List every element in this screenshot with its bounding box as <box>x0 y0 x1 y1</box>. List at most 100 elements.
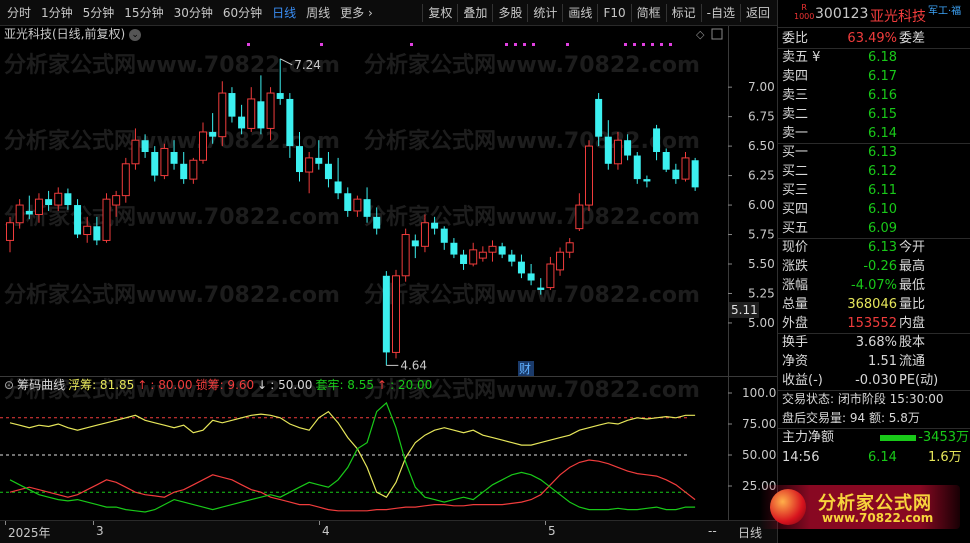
chart-menu-icon[interactable]: ⌄ <box>129 28 142 41</box>
period-tab-3[interactable]: 15分钟 <box>119 4 168 22</box>
period-tab-6[interactable]: 日线 <box>267 4 301 22</box>
quote-header: R 1000 300123 亚光科技 军工·福 <box>778 0 970 28</box>
watermark-text: 分析家公式网www.70822.com <box>364 52 700 78</box>
last-tick-row: 14:56 6.14 1.6万 <box>778 448 970 467</box>
period-tab-5[interactable]: 60分钟 <box>218 4 267 22</box>
price-tick-label: 7.00 <box>748 80 775 94</box>
candlestick-chart[interactable]: 分析家公式网www.70822.com 分析家公式网www.70822.com 分析… <box>0 26 777 377</box>
period-tab-8[interactable]: 更多 › <box>335 4 378 22</box>
trend-arrow-icon: ↑ <box>377 378 388 392</box>
toolbar-button-9[interactable]: 返回 <box>739 4 775 22</box>
candle-body-down <box>382 275 390 353</box>
candle-body-down <box>653 128 661 152</box>
indicator-tick-label: 100.0 <box>742 386 776 400</box>
chip-curve-chart[interactable]: 分析家公式网www.70822.com 分析家公式网www.70822.com 10… <box>0 377 777 520</box>
signal-dot <box>523 43 526 46</box>
trade-status: 交易状态: 闭市阶段 15:30:00 <box>782 392 944 406</box>
tick-price: 6.14 <box>868 450 897 465</box>
bid-label: 买一 <box>782 145 809 160</box>
toolbar-button-1[interactable]: 叠加 <box>457 4 492 22</box>
stat-label: 涨跌 <box>782 259 809 274</box>
watermark-text: 分析家公式网www.70822.com <box>364 204 700 230</box>
candle-body-down <box>373 216 381 229</box>
ask-row-4: 卖四 6.17 <box>778 67 970 86</box>
date-axis-tick <box>5 521 6 525</box>
indicator-name[interactable]: 筹码曲线 <box>17 378 65 392</box>
candle-body-up <box>392 275 400 353</box>
period-label[interactable]: 日线 <box>738 524 762 541</box>
toolbar-button-8[interactable]: -自选 <box>700 4 740 22</box>
toolbar-button-5[interactable]: F10 <box>597 4 630 22</box>
indicator-menu-icon[interactable]: ⊙ <box>4 378 14 392</box>
candle-body-down <box>460 254 468 264</box>
trend-arrow-icon: ↓ <box>257 378 268 392</box>
candle-body-up <box>121 163 130 197</box>
indicator-tick-label: 50.00 <box>742 448 776 462</box>
watermark-text: 分析家公式网www.70822.com <box>4 282 340 308</box>
candle-body-up <box>469 249 478 265</box>
diamond-icon[interactable]: ◇ <box>696 28 705 41</box>
indicator-header: ⊙ 筹码曲线 浮筹: 81.85 ↑: 80.00 锁筹: 9.60 ↓: 50.00 套牢… <box>4 377 435 393</box>
fundamental-label2: 股本 <box>899 335 926 350</box>
ask-row-5: 卖五 ¥ 6.18 <box>778 48 970 67</box>
watermark-text: 分析家公式网www.70822.com <box>4 204 340 230</box>
date-axis-label: 5 <box>548 524 556 538</box>
price-tick-label: 6.00 <box>748 198 775 212</box>
signal-dot <box>410 43 413 46</box>
expand-icon[interactable] <box>711 28 723 40</box>
stat-label2: 最高 <box>899 259 926 274</box>
bid-label: 买五 <box>782 221 809 236</box>
ask-row-1: 卖一 6.14 <box>778 124 970 143</box>
sector-tag[interactable]: 军工·福 <box>928 2 961 17</box>
chart-toolbar: 分时 1分钟 5分钟 15分钟 30分钟 60分钟 日线 周线 更多 › 复权 叠加 多股 统计 画线 F… <box>0 0 777 26</box>
main-flow-row[interactable]: 主力净额 -3453万 <box>778 428 970 447</box>
toolbar-button-2[interactable]: 多股 <box>492 4 527 22</box>
toolbar-button-3[interactable]: 统计 <box>527 4 562 22</box>
toolbar-button-7[interactable]: 标记 <box>665 4 701 22</box>
ask-label: 卖一 <box>782 126 809 141</box>
candle-body-down <box>624 140 632 156</box>
candle-body-down <box>180 163 188 180</box>
toolbar-button-0[interactable]: 复权 <box>422 4 457 22</box>
period-tab-4[interactable]: 30分钟 <box>169 4 218 22</box>
date-axis-tick <box>319 521 320 525</box>
period-tabs: 分时 1分钟 5分钟 15分钟 30分钟 60分钟 日线 周线 更多 › <box>2 4 378 22</box>
tick-time: 14:56 <box>782 450 820 465</box>
fundamental-label: 换手 <box>782 335 809 350</box>
candle-body-up <box>305 157 314 173</box>
ask-price: 6.14 <box>868 126 897 141</box>
fundamental-value: 1.51 <box>868 354 897 369</box>
candle-body-up <box>681 157 690 180</box>
watermark-text: 分析家公式网www.70822.com <box>4 52 340 78</box>
candle-body-up <box>247 98 256 129</box>
event-marker[interactable]: 财 <box>519 362 531 376</box>
stat-value: 368046 <box>847 297 897 312</box>
bid-price: 6.13 <box>868 145 897 160</box>
period-tab-7[interactable]: 周线 <box>301 4 335 22</box>
candle-body-down <box>257 101 265 129</box>
period-tab-2[interactable]: 5分钟 <box>78 4 120 22</box>
site-logo: 分析家公式网 www.70822.com <box>760 485 960 529</box>
fundamental-label: 净资 <box>782 354 809 369</box>
bid-row-1: 买一 6.13 <box>778 143 970 162</box>
candle-body-down <box>440 228 448 243</box>
period-tab-1[interactable]: 1分钟 <box>36 4 78 22</box>
price-tick-label: 6.75 <box>748 110 775 124</box>
candle-body-up <box>565 242 574 253</box>
candle-body-up <box>218 92 227 138</box>
ask-label: 卖五 ¥ <box>782 50 821 65</box>
fundamental-label2: 流通 <box>899 354 926 369</box>
date-axis-label: 3 <box>96 524 104 538</box>
stock-name[interactable]: 亚光科技 <box>870 6 926 26</box>
date-axis-tick <box>545 521 546 525</box>
ask-price: 6.17 <box>868 69 897 84</box>
toolbar-button-4[interactable]: 画线 <box>562 4 597 22</box>
toolbar-button-6[interactable]: 简框 <box>630 4 666 22</box>
period-tab-0[interactable]: 分时 <box>2 4 36 22</box>
candle-body-down <box>228 93 236 117</box>
candle-body-down <box>498 246 506 255</box>
scroll-control[interactable]: -- <box>708 524 717 538</box>
indicator-value-4: 套牢: 8.55 <box>315 378 375 392</box>
date-axis-label: 2025年 <box>8 526 51 540</box>
signal-dot <box>669 43 672 46</box>
